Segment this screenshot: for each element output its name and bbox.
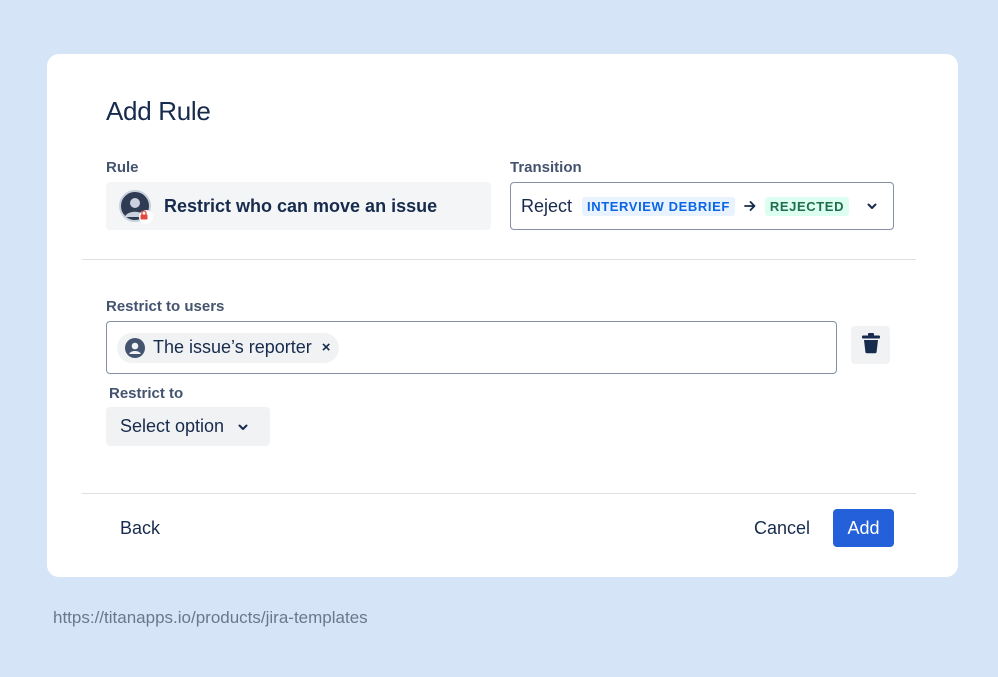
- trash-icon: [861, 332, 881, 359]
- footer-divider: [82, 493, 916, 494]
- source-url: https://titanapps.io/products/jira-templ…: [53, 608, 368, 627]
- remove-tag-button[interactable]: ×: [322, 339, 331, 356]
- transition-select[interactable]: Reject INTERVIEW DEBRIEF REJECTED: [510, 182, 894, 230]
- rule-field: Restrict who can move an issue: [106, 182, 491, 230]
- to-status-lozenge: REJECTED: [764, 196, 850, 216]
- user-circle-icon: [125, 337, 145, 358]
- section-divider: [82, 259, 916, 260]
- select-value: Select option: [120, 416, 225, 436]
- restrict-users-input[interactable]: The issue’s reporter ×: [106, 321, 837, 374]
- rule-label: Rule: [106, 159, 139, 176]
- transition-label: Transition: [510, 159, 582, 176]
- restrict-users-label: Restrict to users: [106, 298, 225, 315]
- cancel-button[interactable]: Cancel: [746, 509, 818, 547]
- lock-icon: [139, 210, 153, 224]
- user-tag: The issue’s reporter ×: [117, 332, 339, 363]
- restrict-to-select[interactable]: Select option: [106, 407, 270, 446]
- add-button[interactable]: Add: [833, 509, 894, 547]
- rule-avatar: [119, 190, 153, 224]
- dialog-title: Add Rule: [106, 96, 211, 126]
- transition-name: Reject: [521, 195, 573, 216]
- chevron-down-icon: [238, 424, 248, 430]
- rule-value: Restrict who can move an issue: [164, 195, 438, 216]
- restrict-to-label: Restrict to: [109, 385, 184, 402]
- back-button[interactable]: Back: [107, 509, 173, 547]
- chevron-down-icon[interactable]: [865, 199, 879, 218]
- delete-button[interactable]: [851, 326, 890, 364]
- from-status-lozenge: INTERVIEW DEBRIEF: [582, 196, 735, 216]
- add-rule-dialog: Add Rule Rule Restrict who can move an i…: [47, 54, 958, 577]
- user-tag-label: The issue’s reporter: [153, 337, 312, 357]
- arrow-right-icon: [743, 199, 757, 213]
